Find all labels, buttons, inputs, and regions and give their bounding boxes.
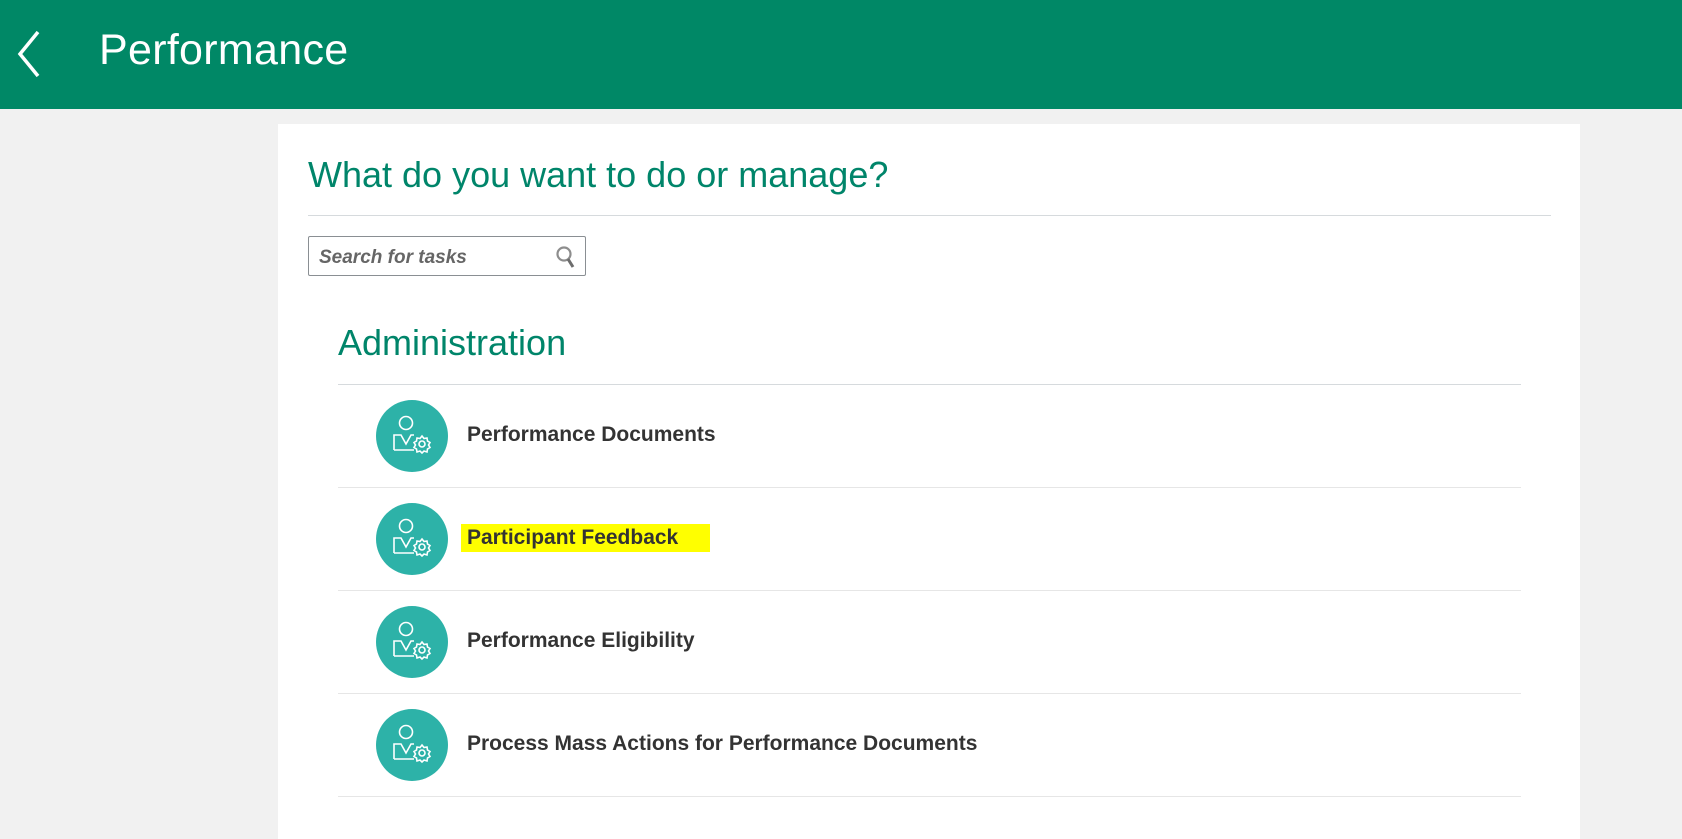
- task-item[interactable]: Performance Documents: [338, 385, 1521, 488]
- task-label[interactable]: Process Mass Actions for Performance Doc…: [467, 732, 977, 756]
- divider: [308, 215, 1551, 216]
- search-box: [308, 236, 586, 276]
- task-item[interactable]: Process Mass Actions for Performance Doc…: [338, 694, 1521, 797]
- page-title: Performance: [99, 26, 349, 74]
- content-card: What do you want to do or manage? Admini…: [278, 124, 1580, 839]
- back-button[interactable]: [14, 28, 54, 80]
- task-label[interactable]: Participant Feedback: [461, 524, 711, 552]
- user-gear-icon: [376, 503, 448, 575]
- search-input[interactable]: [317, 245, 551, 271]
- section-title: Administration: [338, 322, 567, 363]
- chevron-left-icon: [17, 30, 40, 78]
- app-header: Performance: [0, 0, 1682, 109]
- user-gear-icon: [376, 709, 448, 781]
- task-label[interactable]: Performance Documents: [467, 423, 716, 447]
- task-label[interactable]: Performance Eligibility: [467, 629, 695, 653]
- task-item[interactable]: Performance Eligibility: [338, 591, 1521, 694]
- user-gear-icon: [376, 606, 448, 678]
- search-icon[interactable]: [555, 245, 577, 269]
- question-heading: What do you want to do or manage?: [308, 154, 889, 195]
- task-list: Performance Documents Participant Feedbac…: [338, 385, 1521, 797]
- user-gear-icon: [376, 400, 448, 472]
- task-item[interactable]: Participant Feedback: [338, 488, 1521, 591]
